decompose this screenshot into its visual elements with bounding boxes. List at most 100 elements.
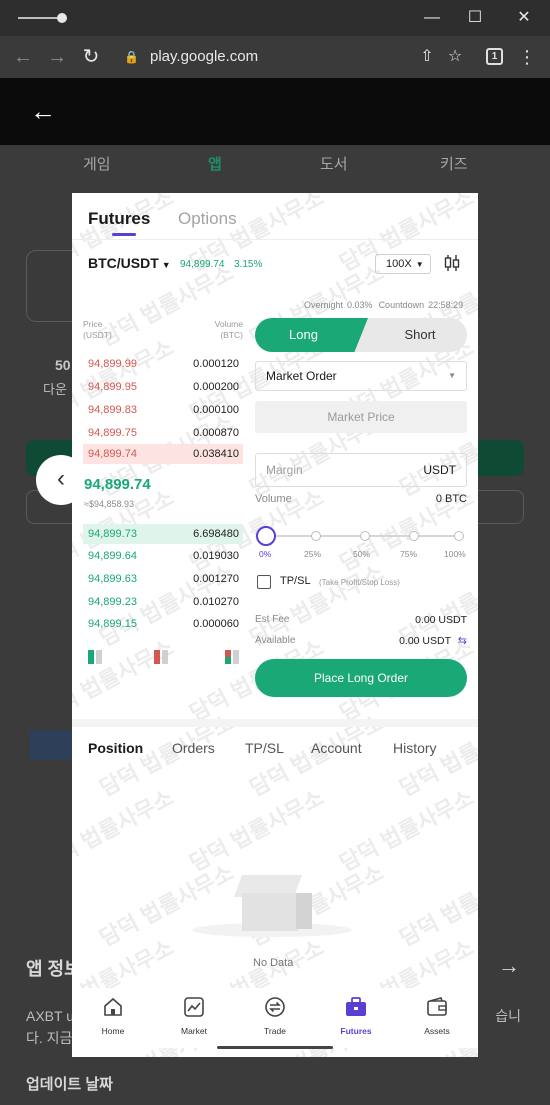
lock-icon[interactable]: 🔒	[124, 47, 139, 67]
leverage-selector[interactable]: 100X ▼	[375, 254, 431, 274]
countdown-value: 22:58:29	[428, 300, 464, 310]
nav-futures-label: Futures	[340, 1026, 372, 1036]
ask-row[interactable]: 94,899.74 0.038410	[83, 444, 243, 464]
store-section-arrow-icon[interactable]: →	[498, 953, 520, 979]
amount-slider[interactable]	[256, 526, 464, 546]
ask-volume: 0.038410	[193, 448, 239, 460]
minimize-button[interactable]: —	[420, 8, 444, 28]
overnight-value: 0.03%	[347, 300, 373, 310]
tab-account[interactable]: Account	[311, 740, 362, 756]
order-type-select[interactable]: Market Order ▼	[255, 361, 467, 391]
orderbook-bids-only-icon[interactable]	[86, 648, 104, 666]
mid-price: 94,899.74	[84, 476, 151, 493]
briefcase-icon	[345, 996, 367, 1018]
back-arrow-icon[interactable]: ←	[10, 45, 36, 69]
store-tab-books[interactable]: 도서	[320, 153, 348, 174]
volume-label: Volume	[255, 493, 292, 505]
long-button[interactable]: Long	[255, 318, 368, 352]
slider-step[interactable]	[454, 531, 464, 541]
watermark-text: 담덕 법률사무소	[395, 859, 478, 952]
transfer-icon[interactable]: ⇆	[458, 634, 467, 647]
place-long-order-button[interactable]: Place Long Order	[255, 659, 467, 697]
tab-futures[interactable]: Futures	[88, 209, 150, 229]
ask-price: 94,899.75	[88, 427, 137, 439]
slider-label: 0%	[259, 549, 272, 559]
store-description-end: 습니	[495, 1008, 521, 1024]
bid-row[interactable]: 94,899.63 0.001270	[83, 569, 243, 589]
bid-volume: 0.001270	[193, 573, 239, 585]
watermark-text: 담덕 법률사무소	[72, 784, 178, 877]
empty-box-icon	[230, 875, 314, 935]
tpsl-label[interactable]: TP/SL	[280, 575, 311, 587]
bid-row[interactable]: 94,899.64 0.019030	[83, 546, 243, 566]
pair-selector[interactable]: BTC/USDT ▼	[88, 255, 171, 271]
reload-icon[interactable]: ↻	[78, 45, 104, 69]
nav-home[interactable]: Home	[83, 988, 143, 1048]
slider-step[interactable]	[360, 531, 370, 541]
ask-row[interactable]: 94,899.75 0.000870	[83, 423, 243, 443]
slider-step[interactable]	[409, 531, 419, 541]
store-back-arrow-icon[interactable]: ←	[30, 96, 60, 126]
est-fee-value: 0.00 USDT	[415, 614, 467, 626]
window-titlebar: — ☐ ✕	[0, 0, 550, 36]
exchange-app-modal: 담덕 법률사무소 담덕 법률사무소 담덕 법률사무소 담덕 법률사무소 담덕 법률사무소…	[72, 193, 478, 1057]
slider-step[interactable]	[311, 531, 321, 541]
watermark-text: 담덕 법률사무소	[335, 784, 478, 877]
tab-orders[interactable]: Orders	[172, 740, 215, 756]
url-text[interactable]: play.google.com	[150, 47, 258, 67]
tab-count-button[interactable]: 1	[486, 48, 503, 65]
orderbook-asks-only-icon[interactable]	[152, 648, 170, 666]
ask-volume: 0.000200	[193, 381, 239, 393]
nav-trade[interactable]: Trade	[245, 988, 305, 1048]
short-button[interactable]: Short	[373, 318, 467, 352]
nav-trade-label: Trade	[264, 1026, 286, 1036]
volume-header-unit: (BTC)	[220, 330, 243, 340]
media-slider-knob[interactable]	[57, 13, 67, 23]
tab-options[interactable]: Options	[178, 209, 237, 229]
bid-price: 94,899.73	[88, 528, 137, 540]
slider-handle[interactable]	[256, 526, 276, 546]
bid-volume: 0.000060	[193, 618, 239, 630]
nav-market[interactable]: Market	[164, 988, 224, 1048]
store-tab-games[interactable]: 게임	[83, 153, 111, 174]
mid-price-usd: ≈$94,858.93	[84, 499, 134, 509]
margin-input[interactable]: Margin USDT	[255, 453, 467, 487]
orderbook-both-icon[interactable]	[223, 648, 241, 666]
watermark-text: 담덕 법률사무소	[72, 634, 178, 727]
nav-market-label: Market	[181, 1026, 207, 1036]
tab-tpsl[interactable]: TP/SL	[245, 740, 284, 756]
share-icon[interactable]: ⇧	[414, 45, 440, 69]
more-menu-icon[interactable]: ⋮	[514, 45, 540, 69]
media-slider[interactable]	[18, 13, 67, 23]
tpsl-checkbox[interactable]	[257, 575, 271, 589]
candlestick-chart-icon[interactable]	[442, 254, 462, 274]
bid-row[interactable]: 94,899.15 0.000060	[83, 614, 243, 634]
bookmark-star-icon[interactable]: ☆	[442, 45, 468, 69]
bid-row[interactable]: 94,899.73 6.698480	[83, 524, 243, 544]
ask-row[interactable]: 94,899.95 0.000200	[83, 377, 243, 397]
market-price-field: Market Price	[255, 401, 467, 433]
bid-volume: 0.010270	[193, 596, 239, 608]
close-window-button[interactable]: ✕	[512, 8, 536, 28]
store-tab-apps[interactable]: 앱	[208, 153, 222, 174]
store-tab-kids[interactable]: 키즈	[440, 153, 468, 174]
tab-position[interactable]: Position	[88, 740, 143, 756]
pair-last-price: 94,899.74	[180, 259, 225, 270]
ask-price: 94,899.74	[88, 448, 137, 460]
bid-row[interactable]: 94,899.23 0.010270	[83, 592, 243, 612]
maximize-button[interactable]: ☐	[463, 8, 487, 28]
nav-assets[interactable]: Assets	[407, 988, 467, 1048]
active-tab-underline	[112, 233, 136, 236]
pair-change-percent: 3.15%	[234, 259, 263, 270]
home-icon	[102, 996, 124, 1018]
volume-header-label: Volume	[214, 319, 243, 329]
ask-row[interactable]: 94,899.83 0.000100	[83, 400, 243, 420]
ask-row[interactable]: 94,899.99 0.000120	[83, 354, 243, 374]
home-indicator	[217, 1046, 333, 1049]
long-short-toggle: Long Short	[255, 318, 467, 352]
forward-arrow-icon[interactable]: →	[44, 45, 70, 69]
tab-history[interactable]: History	[393, 740, 437, 756]
volume-value: 0 BTC	[435, 493, 467, 505]
nav-futures[interactable]: Futures	[326, 988, 386, 1048]
ask-volume: 0.000870	[193, 427, 239, 439]
